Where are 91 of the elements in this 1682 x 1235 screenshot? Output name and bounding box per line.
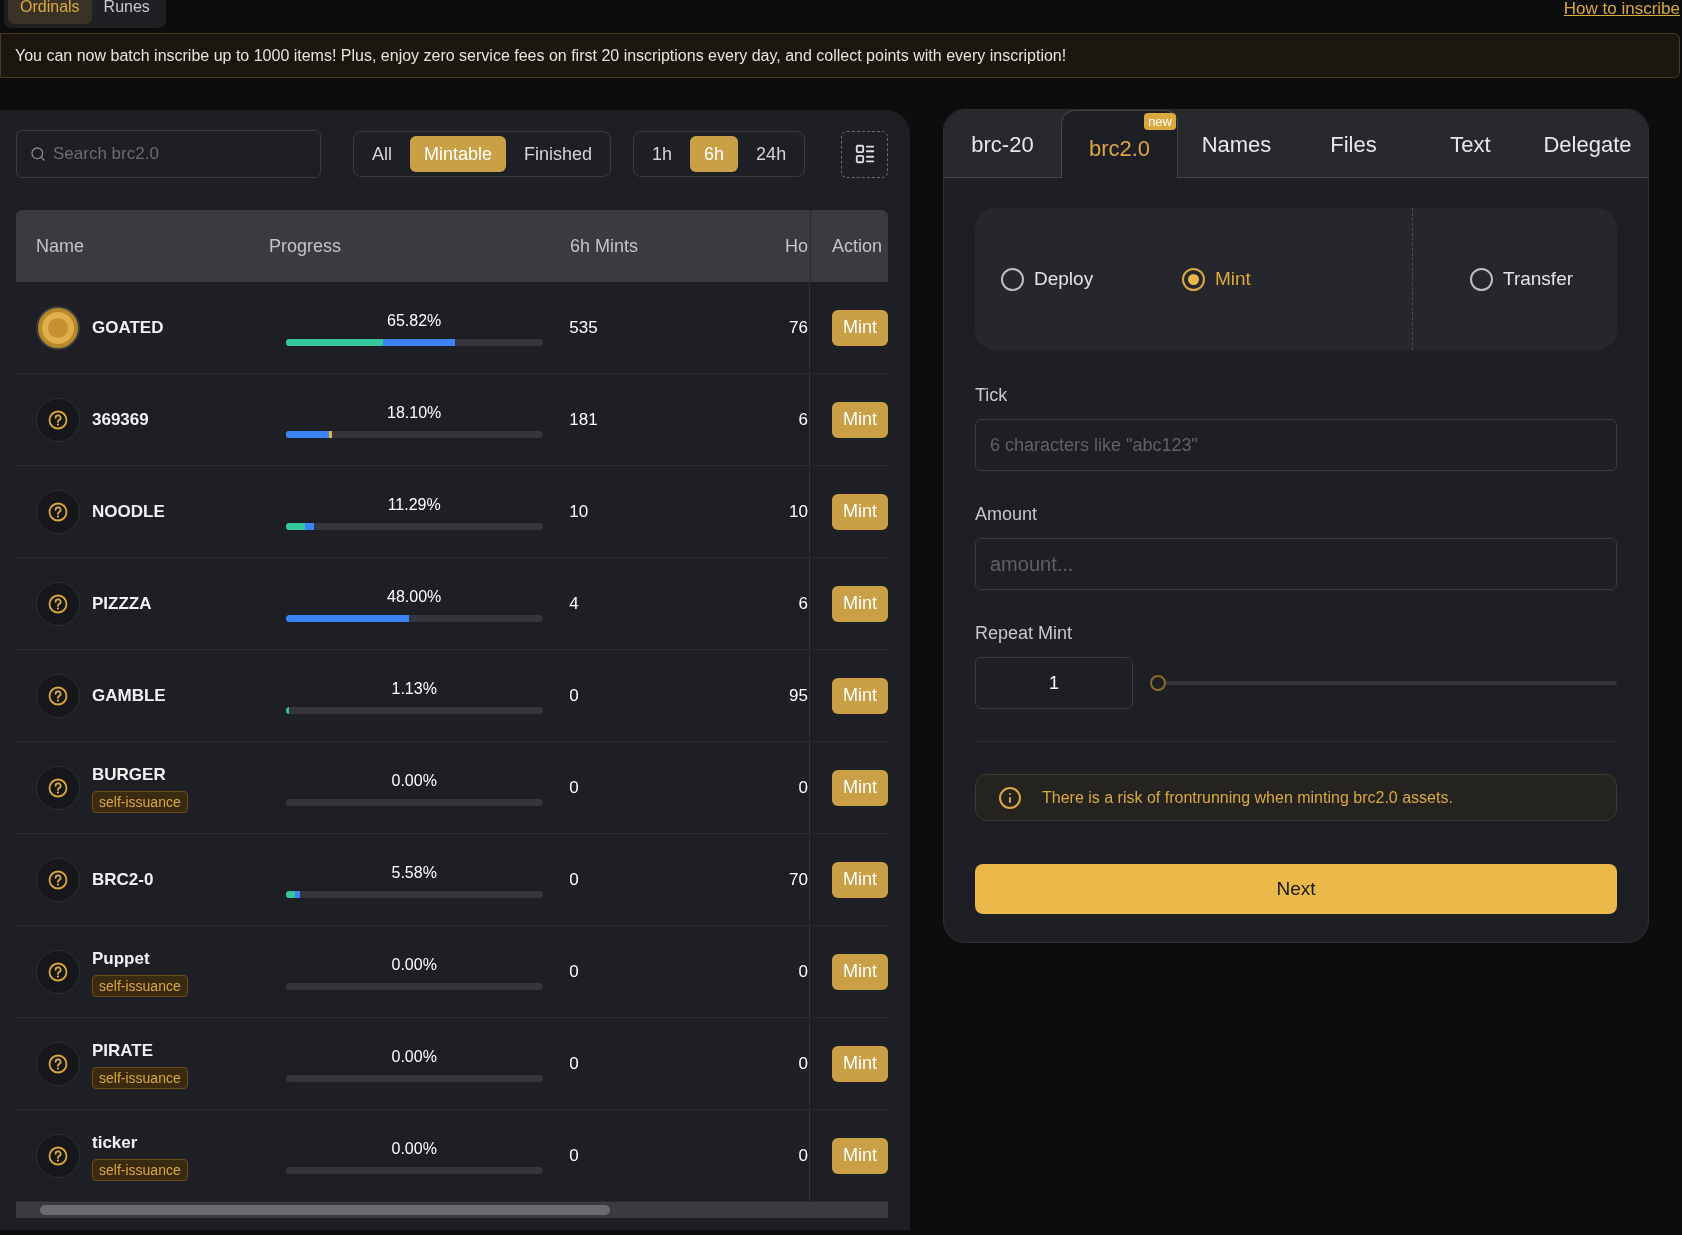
- operation-radio[interactable]: Mint: [1182, 264, 1412, 294]
- info-icon: [998, 785, 1022, 810]
- new-badge: new: [1144, 113, 1176, 130]
- question-icon: [36, 581, 80, 626]
- table-cell-text: 76: [788, 316, 809, 339]
- progress-percent: 48.00%: [386, 587, 443, 607]
- table-cell-text: 181: [569, 408, 599, 431]
- filter-tab[interactable]: 24h: [742, 136, 801, 172]
- horizontal-scrollbar[interactable]: [16, 1202, 888, 1218]
- token-name: GAMBLE: [92, 684, 166, 707]
- column-header: Progress: [269, 234, 343, 258]
- table-cell-text: 10: [569, 500, 590, 523]
- token-name: BURGER: [92, 763, 167, 786]
- table-cell-text: 0: [569, 960, 580, 983]
- column-header: Action: [810, 210, 883, 282]
- column-header: 6h Mints: [570, 234, 640, 258]
- table-cell-text: 4: [569, 592, 580, 615]
- field-label: Repeat Mint: [975, 622, 1074, 645]
- question-icon: [36, 949, 80, 994]
- field-label: Amount: [975, 503, 1039, 526]
- question-icon: [36, 1133, 80, 1178]
- filter-tab[interactable]: Finished: [510, 136, 607, 172]
- progress-percent: 18.10%: [386, 403, 443, 423]
- list-view-icon: [853, 143, 876, 165]
- form-tab[interactable]: brc-20: [944, 111, 1061, 177]
- table-cell-text: 0: [797, 776, 809, 799]
- progress-percent: 0.00%: [390, 955, 438, 975]
- token-name: PIZZZA: [92, 592, 152, 615]
- form-tab[interactable]: Text: [1412, 111, 1529, 177]
- progress-percent: 0.00%: [390, 1047, 438, 1067]
- token-name: NOODLE: [92, 500, 165, 523]
- progress-percent: 11.29%: [386, 495, 442, 515]
- progress-percent: 0.00%: [390, 1139, 438, 1159]
- table-cell-text: 0: [569, 776, 580, 799]
- table-cell-text: 6: [797, 592, 809, 615]
- self-issuance-tag: self-issuance: [92, 975, 188, 998]
- table-cell-text: 0: [797, 1144, 809, 1167]
- column-header: Name: [35, 234, 85, 258]
- table-cell-text: 0: [569, 684, 580, 707]
- table-cell-text: 0: [569, 1144, 580, 1167]
- field-label: Tick: [975, 384, 1009, 407]
- column-header: Ho: [785, 234, 809, 258]
- filter-tab[interactable]: All: [357, 136, 406, 172]
- search-field[interactable]: Search brc2.0: [16, 130, 321, 178]
- table-cell-text: 95: [788, 684, 809, 707]
- help-link[interactable]: How to inscribe: [1563, 0, 1680, 22]
- question-icon: [36, 489, 80, 534]
- self-issuance-tag: self-issuance: [92, 1067, 188, 1090]
- form-tab[interactable]: Delegate: [1529, 111, 1646, 177]
- table-cell-text: 0: [797, 1052, 809, 1075]
- question-icon: [36, 857, 80, 902]
- question-icon: [36, 397, 80, 442]
- coin-icon: [36, 305, 80, 350]
- table-cell-text: 70: [788, 868, 809, 891]
- token-name: ticker: [92, 1131, 139, 1154]
- progress-percent: 5.58%: [390, 863, 438, 883]
- repeat-count-field[interactable]: 1: [975, 657, 1133, 709]
- table-cell-text: 0: [569, 1052, 580, 1075]
- table-cell-text: 0: [797, 960, 809, 983]
- operation-radio[interactable]: Deploy: [975, 264, 1182, 294]
- filter-tab[interactable]: 1h: [638, 136, 687, 172]
- repeat-slider[interactable]: [1150, 674, 1617, 692]
- top-tab[interactable]: Runes: [91, 0, 162, 24]
- form-tab[interactable]: Files: [1295, 111, 1412, 177]
- progress-percent: 65.82%: [386, 311, 443, 331]
- view-toggle-button[interactable]: [841, 130, 888, 178]
- question-icon: [36, 765, 80, 810]
- amount-field[interactable]: amount...: [975, 538, 1617, 590]
- table-cell-text: 535: [569, 316, 599, 339]
- tick-field[interactable]: 6 characters like "abc123": [975, 419, 1617, 471]
- progress-percent: 1.13%: [390, 679, 438, 699]
- search-icon: [30, 146, 46, 162]
- form-tab[interactable]: Names: [1178, 111, 1295, 177]
- self-issuance-tag: self-issuance: [92, 1159, 188, 1182]
- question-icon: [36, 673, 80, 718]
- self-issuance-tag: self-issuance: [92, 791, 188, 814]
- token-name: PIRATE: [92, 1039, 155, 1062]
- table-cell-text: 10: [788, 500, 809, 523]
- token-name: Puppet: [92, 947, 151, 970]
- table-cell-text: 0: [569, 868, 580, 891]
- operation-radio[interactable]: Transfer: [1412, 208, 1574, 350]
- question-icon: [36, 1041, 80, 1086]
- table-cell-text: 6: [797, 408, 809, 431]
- next-button[interactable]: Next: [975, 864, 1617, 914]
- progress-percent: 0.00%: [390, 771, 438, 791]
- announcement-banner: You can now batch inscribe up to 1000 items! Plus, enjoy zero service fees on first 20 inscriptions every day, and collect points with every inscription!: [0, 33, 1680, 78]
- warning-text: There is a risk of frontrunning when minting brc2.0 assets.: [1042, 787, 1453, 808]
- token-name: GOATED: [92, 316, 164, 339]
- token-name: 369369: [92, 408, 149, 431]
- token-name: BRC2-0: [92, 868, 154, 891]
- top-tab[interactable]: Ordinals: [8, 0, 92, 24]
